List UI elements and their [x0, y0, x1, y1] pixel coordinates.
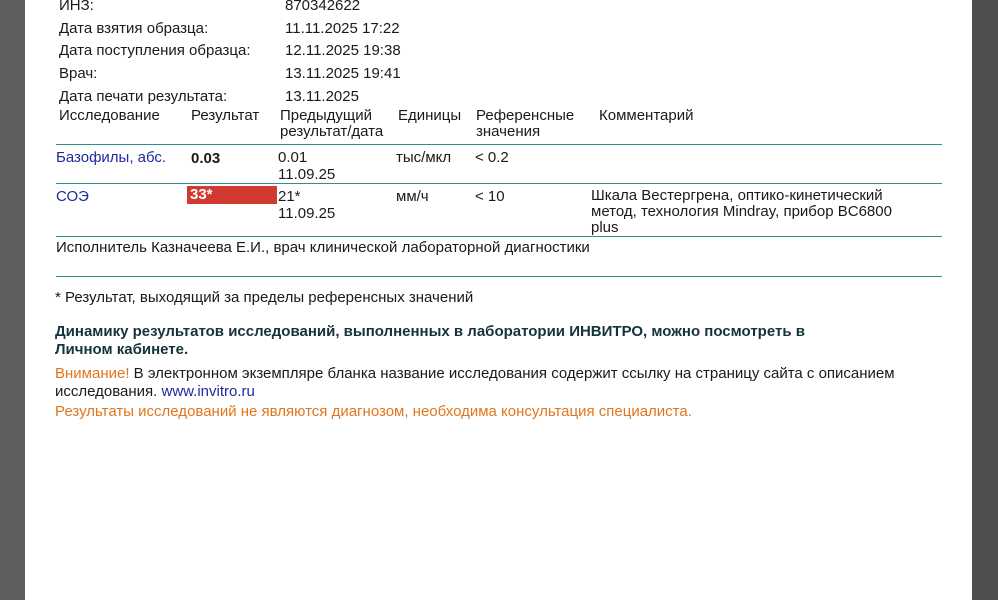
report-page: ИНЗ: 870342622 Дата взятия образца: 11.1…: [25, 0, 972, 600]
comment-line: plus: [591, 219, 619, 236]
test-link-esr[interactable]: СОЭ: [56, 188, 89, 205]
performer: Исполнитель Казначеева Е.И., врач клинич…: [56, 239, 590, 256]
test-link-basophils[interactable]: Базофилы, абс.: [56, 149, 166, 166]
meta-value: 11.11.2025 17:22: [285, 20, 400, 37]
previous-value: 21*: [278, 188, 301, 205]
attention-text: В электронном экземпляре бланка название…: [129, 365, 895, 382]
previous-date: 11.09.25: [278, 166, 336, 183]
header-previous-line2: результат/дата: [280, 123, 384, 140]
comment: Шкала Вестергрена, оптико-кинетический м…: [591, 188, 892, 236]
table-divider: [56, 236, 942, 237]
meta-label: Дата поступления образца:: [59, 42, 251, 59]
table-divider: [56, 183, 942, 184]
units: тыс/мкл: [396, 149, 452, 166]
units: мм/ч: [396, 188, 429, 205]
comment-line: метод, технология Mindray, прибор BC6800: [591, 203, 892, 220]
result-value: 0.03: [191, 150, 221, 167]
disclaimer: Результаты исследований не являются диаг…: [55, 403, 692, 420]
meta-value: 870342622: [285, 0, 361, 14]
previous-date: 11.09.25: [278, 205, 336, 222]
header-units: Единицы: [398, 107, 462, 124]
meta-label: Дата взятия образца:: [59, 20, 209, 37]
meta-value: 13.11.2025 19:41: [285, 65, 401, 82]
dynamics-note: Динамику результатов исследований, выпол…: [55, 323, 805, 359]
comment-line: Шкала Вестергрена, оптико-кинетический: [591, 187, 883, 204]
meta-label: Врач:: [59, 65, 98, 82]
reference: < 10: [475, 188, 505, 205]
header-test: Исследование: [59, 107, 160, 124]
header-previous-line1: Предыдущий: [280, 107, 373, 124]
table-divider: [56, 144, 942, 145]
previous-result: 21* 11.09.25: [278, 188, 335, 222]
footnote: * Результат, выходящий за пределы рефере…: [55, 289, 474, 306]
attention-line: исследования. www.invitro.ru: [55, 383, 955, 401]
previous-value: 0.01: [278, 149, 308, 166]
site-link[interactable]: www.invitro.ru: [162, 383, 255, 400]
window-edge: [972, 0, 998, 600]
attention-label: Внимание!: [55, 365, 130, 382]
header-result: Результат: [191, 107, 260, 124]
result-flagged: 33*: [187, 186, 277, 204]
header-comment: Комментарий: [599, 107, 694, 124]
header-reference: Референсные значения: [476, 108, 574, 140]
dynamics-line: Динамику результатов исследований, выпол…: [55, 323, 805, 340]
header-reference-line2: значения: [476, 123, 541, 140]
reference: < 0.2: [475, 149, 509, 166]
meta-value: 12.11.2025 19:38: [285, 42, 401, 59]
dynamics-line: Личном кабинете.: [55, 341, 189, 358]
attention-line: Внимание! В электронном экземпляре бланк…: [55, 365, 955, 383]
section-divider: [56, 276, 942, 277]
meta-label: ИНЗ:: [59, 0, 94, 14]
meta-label: Дата печати результата:: [59, 88, 228, 105]
attention-text: исследования.: [55, 383, 162, 400]
header-previous: Предыдущий результат/дата: [280, 108, 383, 140]
meta-value: 13.11.2025: [285, 88, 359, 105]
header-reference-line1: Референсные: [476, 107, 575, 124]
attention-note: Внимание! В электронном экземпляре бланк…: [55, 365, 955, 401]
previous-result: 0.01 11.09.25: [278, 149, 335, 183]
